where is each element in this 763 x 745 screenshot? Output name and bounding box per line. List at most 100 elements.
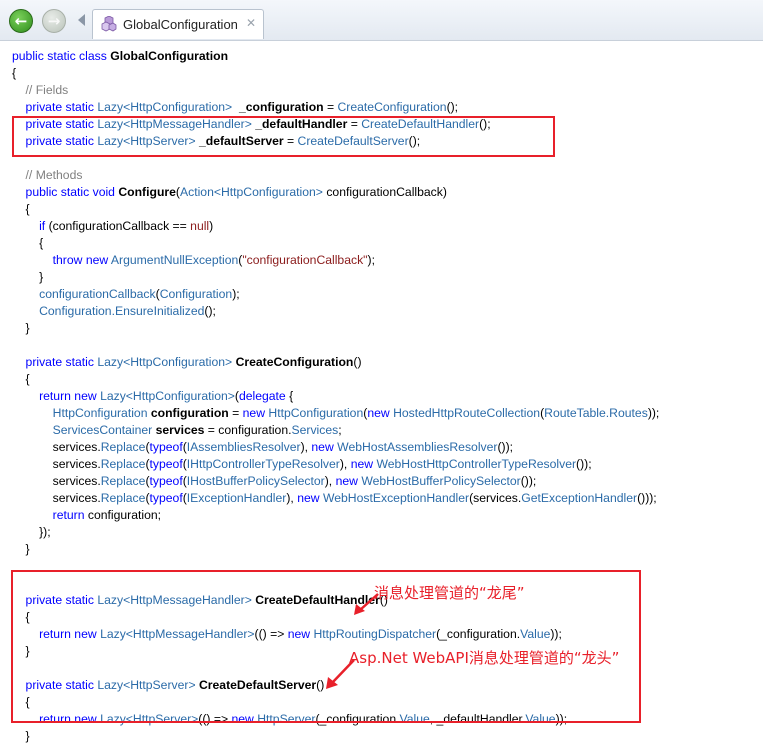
code-line: }); xyxy=(12,524,659,541)
code-token: delegate xyxy=(238,389,286,403)
code-token: WebHostBufferPolicySelector xyxy=(361,474,521,488)
code-token: (services. xyxy=(469,491,522,505)
code-token: private static xyxy=(12,355,98,369)
code-token: typeof xyxy=(149,440,183,454)
code-line: services.Replace(typeof(IAssembliesResol… xyxy=(12,439,659,456)
code-token: services xyxy=(155,423,205,437)
code-token: (); xyxy=(446,100,459,114)
code-token: { xyxy=(285,389,294,403)
code-token: GlobalConfiguration xyxy=(110,49,229,63)
code-token: services. xyxy=(12,491,101,505)
code-line: private static Lazy<HttpConfiguration> C… xyxy=(12,354,659,371)
code-token: ), xyxy=(324,474,336,488)
code-token: { xyxy=(12,236,44,250)
class-icon xyxy=(101,16,117,32)
code-token: Services xyxy=(291,423,339,437)
code-token: new xyxy=(297,491,323,505)
code-token: ()); xyxy=(520,474,537,488)
code-token: Configuration.EnsureInitialized xyxy=(39,304,205,318)
code-token: return xyxy=(12,508,88,522)
code-token: new xyxy=(311,440,338,454)
code-token: )); xyxy=(647,406,660,420)
code-token: = xyxy=(323,100,338,114)
code-token: new xyxy=(367,406,394,420)
code-token: configuration xyxy=(150,406,229,420)
code-token: Replace xyxy=(100,457,146,471)
code-token: ServicesContainer xyxy=(52,423,153,437)
code-token: ); xyxy=(232,287,240,301)
code-token: Lazy<HttpConfiguration> xyxy=(97,355,233,369)
code-line: // Methods xyxy=(12,167,659,184)
code-line: // Fields xyxy=(12,82,659,99)
code-line: services.Replace(typeof(IHostBufferPolic… xyxy=(12,473,659,490)
code-token: } xyxy=(12,542,30,556)
code-token: GetExceptionHandler xyxy=(521,491,638,505)
code-token: Lazy<HttpConfiguration> xyxy=(100,389,235,403)
code-line: return new Lazy<HttpConfiguration>(deleg… xyxy=(12,388,659,405)
code-token: HttpConfiguration xyxy=(268,406,364,420)
code-token: null xyxy=(190,219,210,233)
code-token: ), xyxy=(339,457,351,471)
code-token: Configure xyxy=(118,185,176,199)
close-icon[interactable]: ✕ xyxy=(246,16,256,30)
code-token: services. xyxy=(12,457,101,471)
code-token: HostedHttpRouteCollection xyxy=(393,406,541,420)
code-token: RouteTable.Routes xyxy=(544,406,648,420)
code-token: ())); xyxy=(637,491,657,505)
code-line: } xyxy=(12,269,659,286)
code-token: = xyxy=(228,406,243,420)
code-token: }); xyxy=(12,525,51,539)
code-token: ; xyxy=(338,423,342,437)
code-line: private static Lazy<HttpConfiguration> _… xyxy=(12,99,659,116)
tail-arrow-icon xyxy=(354,593,379,615)
code-token: WebHostAssembliesResolver xyxy=(337,440,498,454)
code-token: ()); xyxy=(497,440,514,454)
code-token: WebHostHttpControllerTypeResolver xyxy=(376,457,577,471)
code-token: { xyxy=(12,66,17,80)
code-token: configurationCallback) xyxy=(322,185,447,199)
code-token: // Methods xyxy=(12,168,83,182)
code-token: private static xyxy=(12,100,98,114)
code-token: configuration; xyxy=(87,508,162,522)
code-line: Configuration.EnsureInitialized(); xyxy=(12,303,659,320)
code-token: "configurationCallback" xyxy=(242,253,368,267)
code-token: { xyxy=(12,202,30,216)
code-token: (); xyxy=(204,304,216,318)
back-arrow-icon[interactable]: ← xyxy=(9,9,33,33)
code-line: { xyxy=(12,65,659,82)
tab-scroll-left-icon[interactable] xyxy=(78,14,85,26)
code-line: public static void Configure(Action<Http… xyxy=(12,184,659,201)
tab-global-configuration[interactable]: GlobalConfiguration ✕ xyxy=(92,9,264,39)
code-token: Lazy<HttpConfiguration> xyxy=(97,100,233,114)
code-line: { xyxy=(12,201,659,218)
forward-arrow-icon[interactable]: → xyxy=(42,9,66,33)
code-token: ), xyxy=(300,440,312,454)
code-line: { xyxy=(12,371,659,388)
code-token: = configuration. xyxy=(204,423,292,437)
code-line: services.Replace(typeof(IHttpControllerT… xyxy=(12,456,659,473)
code-token: Replace xyxy=(100,474,146,488)
code-token: configurationCallback xyxy=(39,287,156,301)
code-token: (configurationCallback == xyxy=(48,219,191,233)
code-token: ); xyxy=(367,253,375,267)
code-token: Replace xyxy=(100,491,146,505)
code-token: // Fields xyxy=(12,83,69,97)
code-token: () xyxy=(353,355,362,369)
code-token: public static class xyxy=(12,49,111,63)
fields-highlight-box xyxy=(12,116,555,157)
code-line: HttpConfiguration configuration = new Ht… xyxy=(12,405,660,422)
code-token: IExceptionHandler xyxy=(186,491,287,505)
code-token: typeof xyxy=(149,457,183,471)
code-token: ), xyxy=(286,491,298,505)
code-token: } xyxy=(12,729,30,743)
head-annotation: Asp.Net WebAPI消息处理管道的“龙头” xyxy=(349,649,620,667)
code-token: Action<HttpConfiguration> xyxy=(179,185,323,199)
head-arrow-icon xyxy=(326,659,355,689)
code-token: HttpConfiguration xyxy=(52,406,148,420)
code-token: new xyxy=(242,406,269,420)
